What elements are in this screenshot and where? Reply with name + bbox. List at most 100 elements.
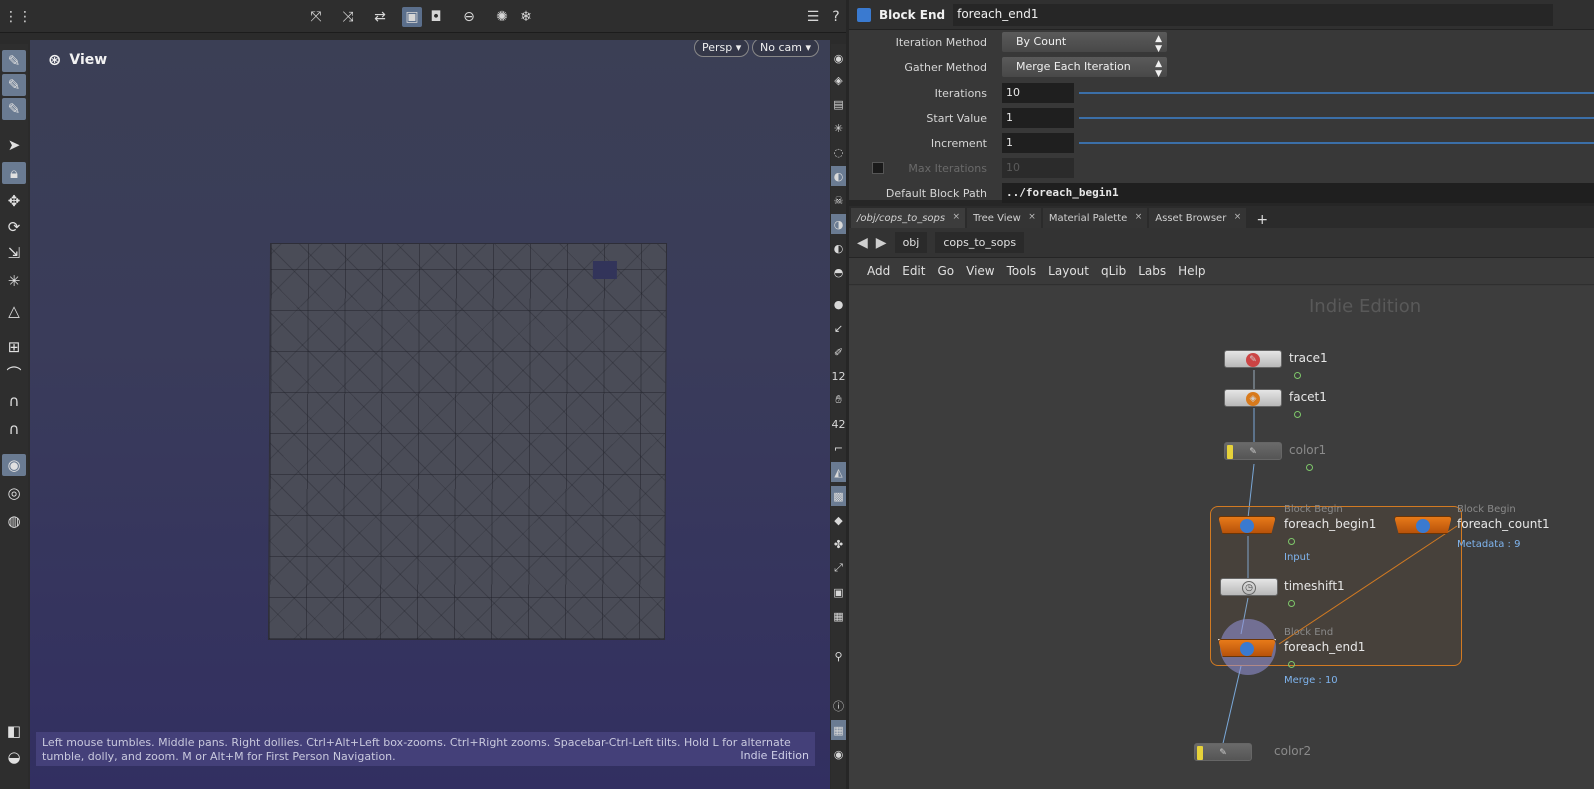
- guide-icon[interactable]: ⌐: [831, 438, 846, 458]
- close-icon[interactable]: ×: [1234, 212, 1242, 222]
- select-arrow-icon[interactable]: ➤: [2, 134, 26, 156]
- camera-tool-icon[interactable]: ◎: [2, 482, 26, 504]
- add-tab-button[interactable]: +: [1248, 212, 1276, 228]
- start-value-slider[interactable]: [1079, 117, 1594, 119]
- camera-view-icon[interactable]: ▣: [402, 7, 422, 27]
- camera-button[interactable]: No cam ▾: [752, 40, 819, 57]
- move-tool-icon[interactable]: ✥: [2, 190, 26, 212]
- iterations-slider[interactable]: [1079, 92, 1594, 94]
- render-icon[interactable]: ✺: [492, 7, 512, 27]
- menu-add[interactable]: Add: [867, 264, 890, 278]
- menu-tools[interactable]: Tools: [1007, 264, 1037, 278]
- flipbook-icon[interactable]: ◒: [2, 746, 26, 768]
- tab-network[interactable]: /obj/cops_to_sops ×: [851, 208, 966, 228]
- display-options-icon[interactable]: ☰: [803, 7, 823, 27]
- menu-labs[interactable]: Labs: [1138, 264, 1166, 278]
- info-icon[interactable]: ⓘ: [831, 696, 846, 716]
- default-block-path-field[interactable]: ../foreach_begin1: [1002, 183, 1594, 203]
- help-icon[interactable]: ?: [826, 7, 846, 27]
- persp-button[interactable]: Persp ▾: [694, 40, 750, 57]
- lock-view-icon[interactable]: ▤: [831, 94, 846, 114]
- visibility-icon[interactable]: ◉: [831, 48, 846, 68]
- layer-icon[interactable]: ◭: [831, 462, 846, 482]
- snap-point-icon[interactable]: ∩: [2, 390, 26, 412]
- gather-method-dropdown[interactable]: Merge Each Iteration ▲ ▼: [1002, 57, 1167, 79]
- view-tool-icon[interactable]: ◉: [2, 454, 26, 476]
- eye-icon[interactable]: ◉: [831, 744, 846, 764]
- menu-qlib[interactable]: qLib: [1101, 264, 1126, 278]
- grid-menu-icon[interactable]: ⋮⋮: [4, 7, 32, 27]
- node-body[interactable]: ◷: [1220, 578, 1278, 596]
- lock-icon[interactable]: 🔒︎: [2, 162, 26, 184]
- node-body[interactable]: [1394, 516, 1452, 534]
- menu-help[interactable]: Help: [1178, 264, 1205, 278]
- scale-tool-icon[interactable]: ⇲: [2, 242, 26, 264]
- light-tool-icon[interactable]: ◍: [2, 510, 26, 532]
- tab-asset-browser[interactable]: Asset Browser ×: [1149, 208, 1247, 228]
- link-icon[interactable]: ✳: [831, 118, 846, 138]
- iterations-field[interactable]: 10: [1002, 83, 1074, 103]
- shaded-display-icon[interactable]: ◓: [831, 262, 846, 282]
- skeleton-icon[interactable]: ☠: [831, 190, 846, 210]
- handle-mode-icon[interactable]: ⇄: [370, 7, 390, 27]
- paint-tag-icon[interactable]: ✎: [2, 98, 26, 120]
- max-iterations-field[interactable]: 10: [1002, 158, 1074, 178]
- max-iterations-checkbox[interactable]: [872, 162, 884, 174]
- background-icon[interactable]: ◌: [831, 142, 846, 162]
- tab-tree-view[interactable]: Tree View ×: [967, 208, 1041, 228]
- ghost-icon[interactable]: ◈: [831, 70, 846, 90]
- network-canvas[interactable]: Indie Edition ✎ trace1 ◈ facet1 ✎ color1…: [849, 286, 1594, 789]
- paint-brush-icon[interactable]: ✎: [2, 50, 26, 72]
- image-icon[interactable]: ▦: [831, 606, 846, 626]
- geometry-tool-icon[interactable]: △: [2, 300, 26, 322]
- tab-material-palette[interactable]: Material Palette ×: [1042, 208, 1148, 228]
- node-body[interactable]: ✎: [1224, 442, 1282, 460]
- node-body[interactable]: ✎: [1224, 350, 1282, 368]
- close-icon[interactable]: ×: [1028, 212, 1036, 222]
- back-arrow-icon[interactable]: ◀: [857, 235, 868, 251]
- snap-settings-icon[interactable]: ❄: [516, 7, 536, 27]
- snapshot-icon[interactable]: ◘: [426, 7, 446, 27]
- start-value-field[interactable]: 1: [1002, 108, 1074, 128]
- menu-layout[interactable]: Layout: [1048, 264, 1089, 278]
- object-display-icon[interactable]: ◆: [831, 510, 846, 530]
- transform-mode-icon[interactable]: ⤨: [338, 7, 358, 27]
- pick-icon[interactable]: ✐: [831, 342, 846, 362]
- close-icon[interactable]: ×: [953, 212, 961, 222]
- prim-numbers-icon[interactable]: 42: [831, 414, 846, 434]
- camera-display-icon[interactable]: ◑: [831, 214, 846, 234]
- menu-edit[interactable]: Edit: [902, 264, 925, 278]
- point-display-icon[interactable]: ●: [831, 294, 846, 314]
- increment-field[interactable]: 1: [1002, 133, 1074, 153]
- iteration-method-dropdown[interactable]: By Count ▲ ▼: [1002, 32, 1167, 54]
- snap-grid-icon[interactable]: ⊞: [2, 336, 26, 358]
- menu-go[interactable]: Go: [937, 264, 954, 278]
- rotate-tool-icon[interactable]: ⟳: [2, 216, 26, 238]
- increment-slider[interactable]: [1079, 142, 1594, 144]
- normal-display-icon[interactable]: ↙: [831, 318, 846, 338]
- viewport-3d[interactable]: ⊛ View Persp ▾ No cam ▾ Left mouse tumbl…: [30, 40, 830, 789]
- breadcrumb-obj[interactable]: obj: [894, 232, 928, 253]
- location-pin-icon[interactable]: ⚲: [831, 646, 846, 666]
- handles-icon[interactable]: ⤢: [831, 558, 846, 578]
- bone-display-icon[interactable]: ✤: [831, 534, 846, 554]
- render-region-icon[interactable]: ◧: [2, 720, 26, 742]
- menu-view[interactable]: View: [966, 264, 994, 278]
- node-body[interactable]: [1218, 516, 1276, 534]
- layout-quad-icon[interactable]: ▦: [831, 720, 846, 740]
- node-body[interactable]: [1218, 639, 1276, 657]
- close-icon[interactable]: ×: [1135, 212, 1143, 222]
- select-mode-icon[interactable]: ⤧: [306, 7, 326, 27]
- texture-icon[interactable]: ▩: [831, 486, 846, 506]
- hand-icon[interactable]: ✋︎: [831, 390, 846, 410]
- snap-curve-icon[interactable]: ⌒: [2, 362, 26, 384]
- forward-arrow-icon[interactable]: ▶: [876, 235, 887, 251]
- breadcrumb-cops-to-sops[interactable]: cops_to_sops: [935, 232, 1025, 253]
- disabled-icon[interactable]: ⊖: [459, 7, 479, 27]
- paint-select-icon[interactable]: ✎: [2, 74, 26, 96]
- point-numbers-icon[interactable]: 12: [831, 366, 846, 386]
- node-body[interactable]: ✎: [1194, 743, 1252, 761]
- pose-tool-icon[interactable]: ✳: [2, 270, 26, 292]
- magnet-icon[interactable]: ∩: [2, 418, 26, 440]
- node-body[interactable]: ◈: [1224, 389, 1282, 407]
